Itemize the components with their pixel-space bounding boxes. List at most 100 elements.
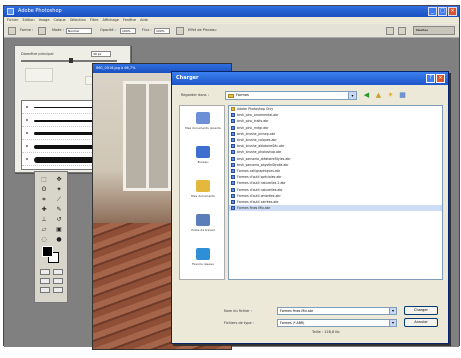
chevron-down-icon[interactable]: ▾	[348, 92, 356, 99]
up-folder-icon[interactable]: ▲	[374, 91, 383, 100]
flow-field[interactable]: 100%	[154, 28, 170, 34]
airbrush-label[interactable]: Effet de Pinceau	[188, 27, 216, 34]
menu-aide[interactable]: Aide	[140, 17, 148, 24]
options-bar: Forme : Mode : Normal Opacité : 100% Flu…	[4, 24, 459, 38]
opacity-label: Opacité :	[100, 28, 116, 32]
mode-select[interactable]: Normal	[66, 28, 92, 34]
menu-image[interactable]: Image	[39, 17, 50, 24]
place-icon	[196, 180, 210, 192]
close-icon[interactable]: ×	[448, 7, 457, 16]
lasso-tool-icon[interactable]: ʘ	[38, 186, 50, 194]
file-name: brsh_brushe_pinsep.abr	[237, 131, 276, 136]
place-item[interactable]: Mes documents récents	[180, 112, 226, 130]
place-item[interactable]: Mes documents	[180, 180, 226, 198]
disabled-control	[25, 68, 53, 82]
magnifier-icon[interactable]	[386, 27, 394, 35]
place-icon	[196, 112, 210, 124]
file-name: brsh_brushe_calques.abr	[237, 138, 277, 143]
file-name: Adobe Photoshop Only	[237, 107, 274, 112]
dialog-controls: ? ×	[426, 74, 445, 83]
brush-tool-icon[interactable]	[8, 27, 16, 35]
look-in-label: Regarder dans :	[181, 93, 209, 97]
chevron-down-icon[interactable]: ▾	[389, 308, 396, 314]
back-icon[interactable]: ◀	[362, 91, 371, 100]
mode-buttons	[40, 269, 64, 293]
filetype-select[interactable]: Formes (*.ABR) ▾	[277, 319, 397, 327]
magic-wand-icon[interactable]: ✦	[53, 186, 65, 194]
slice-tool-icon[interactable]: ⟋	[53, 196, 65, 204]
maximize-icon[interactable]: □	[438, 7, 447, 16]
screen-mode-icon[interactable]	[40, 278, 50, 284]
places-bar: Mes documents récents Bureau Mes documents…	[179, 105, 225, 280]
brush-picker-button[interactable]	[38, 27, 46, 35]
menu-selection[interactable]: Sélection	[70, 17, 86, 24]
folder-icon	[228, 94, 234, 98]
jump-icon[interactable]	[53, 287, 63, 293]
blur-tool-icon[interactable]: ◌	[38, 236, 50, 244]
list-item[interactable]: Formes fines Mix.abr	[229, 205, 442, 212]
brush-bullet-icon	[26, 158, 28, 160]
menu-affichage[interactable]: Affichage	[102, 17, 118, 24]
brush-file-icon	[231, 181, 235, 186]
marquee-tool-icon[interactable]: ⬚	[38, 176, 50, 184]
diameter-field[interactable]: 39 px	[91, 51, 111, 57]
help-icon[interactable]: ?	[426, 74, 435, 83]
airbrush-icon[interactable]	[176, 27, 184, 35]
close-icon[interactable]: ×	[436, 74, 445, 83]
place-label: Bureau	[197, 160, 209, 164]
menu-fichier[interactable]: Fichier	[7, 17, 18, 24]
look-in-value: Formes	[236, 93, 249, 97]
history-brush-icon[interactable]: ↺	[53, 216, 65, 224]
look-in-select[interactable]: Formes ▾	[225, 91, 357, 100]
file-name: brsh_sanseria_paysfinStroke.abr	[237, 162, 289, 167]
file-name: Formes d'outil naturelles 2.abr	[237, 181, 286, 186]
load-button[interactable]: Charger	[404, 306, 438, 315]
view-menu-icon[interactable]: ▦	[398, 91, 407, 100]
filename-input[interactable]: Formes fines Mix.abr ▾	[277, 307, 397, 315]
filename-value: Formes fines Mix.abr	[280, 309, 314, 313]
place-item[interactable]: Poste de travail	[180, 214, 226, 232]
standard-mode-icon[interactable]	[40, 269, 50, 275]
eraser-tool-icon[interactable]: ▱	[38, 226, 50, 234]
diameter-label: Diamètre principal	[21, 52, 54, 56]
stamp-tool-icon[interactable]: ⊥	[38, 216, 50, 224]
photo-window-frame	[123, 81, 171, 191]
opacity-field[interactable]: 100%	[120, 28, 136, 34]
crop-tool-icon[interactable]: ⌗	[38, 196, 50, 204]
move-tool-icon[interactable]: ✥	[53, 176, 65, 184]
quickmask-mode-icon[interactable]	[53, 269, 63, 275]
diameter-slider-handle[interactable]	[69, 58, 73, 63]
brush-tool-icon[interactable]: ✎	[53, 206, 65, 214]
dodge-tool-icon[interactable]: ●	[53, 236, 65, 244]
foreground-color-swatch[interactable]	[42, 246, 53, 257]
chevron-down-icon[interactable]: ▾	[389, 320, 396, 326]
menu-edition[interactable]: Edition	[22, 17, 34, 24]
brush-bullet-icon	[26, 106, 28, 108]
palette-well[interactable]: Palettes	[413, 26, 455, 35]
new-folder-icon[interactable]: ✶	[386, 91, 395, 100]
brush-file-icon	[231, 156, 235, 161]
gradient-tool-icon[interactable]: ▣	[53, 226, 65, 234]
healing-tool-icon[interactable]: ✚	[38, 206, 50, 214]
brush-file-icon	[231, 131, 235, 136]
place-item[interactable]: Bureau	[180, 146, 226, 164]
menu-filtre[interactable]: Filtre	[90, 17, 99, 24]
file-name: Formes d'outil ombrées.abr	[237, 193, 281, 198]
navigation-icons: ◀ ▲ ✶ ▦	[362, 91, 407, 100]
menu-fenetre[interactable]: Fenêtre	[123, 17, 136, 24]
place-item[interactable]: Favoris réseau	[180, 248, 226, 266]
menu-calque[interactable]: Calque	[54, 17, 66, 24]
brush-file-icon	[231, 113, 235, 118]
brush-file-icon	[231, 187, 235, 192]
filename-label: Nom du fichier :	[224, 309, 253, 313]
fullscreen-mode-icon[interactable]	[53, 278, 63, 284]
file-name: brsh_pinc_rndgr.abr	[237, 125, 269, 130]
cancel-button[interactable]: Annuler	[404, 318, 438, 327]
minimize-icon[interactable]: _	[428, 7, 437, 16]
brush-bullet-icon	[26, 119, 28, 121]
file-name: brsh_pinc_ornemental.abr	[237, 113, 279, 118]
brush-file-icon	[231, 144, 235, 149]
brush-file-icon	[231, 175, 235, 180]
document-icon[interactable]	[398, 27, 406, 35]
imageready-icon[interactable]	[40, 287, 50, 293]
